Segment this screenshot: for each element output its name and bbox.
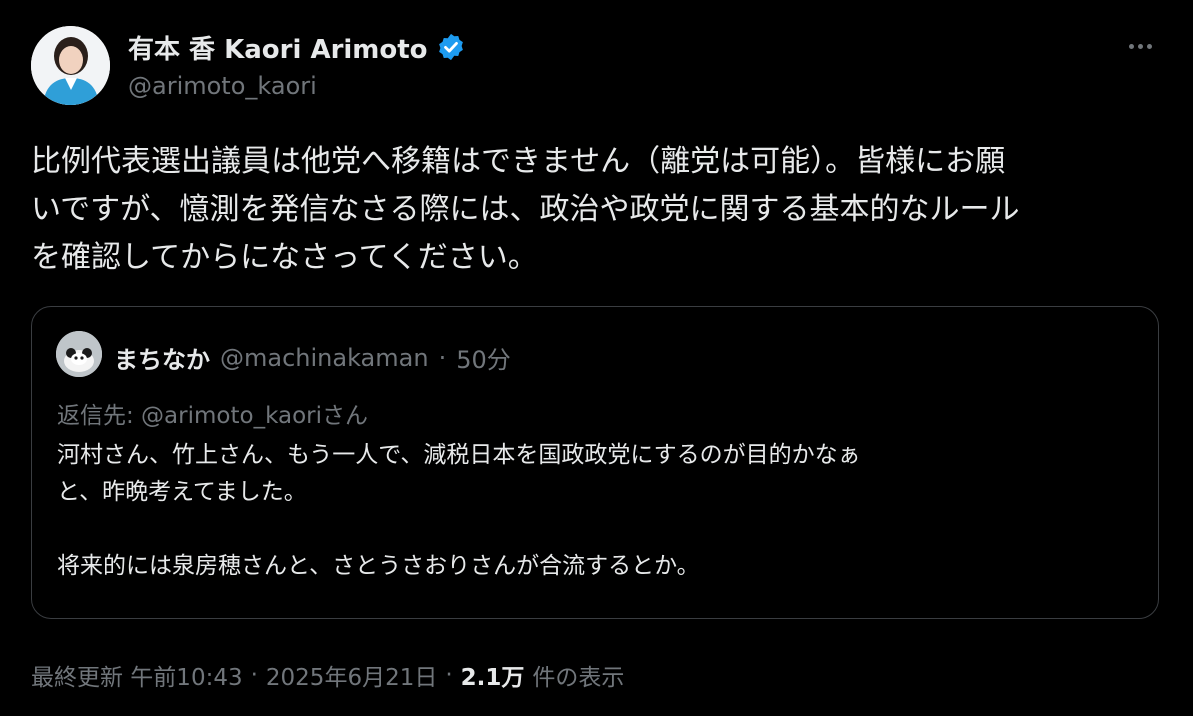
quoted-separator: ·: [438, 343, 447, 372]
more-options-icon[interactable]: [1118, 30, 1162, 62]
quoted-display-name[interactable]: まちなか: [114, 340, 210, 375]
author-avatar-image: [31, 26, 110, 105]
author-avatar[interactable]: [31, 26, 110, 105]
quoted-post[interactable]: まちなか @machinakaman · 50分 返信先: @arimoto_k…: [31, 306, 1159, 619]
quoted-text: 河村さん、竹上さん、もう一人で、減税日本を国政政党にするのが目的かなぁ と、昨晩…: [57, 442, 861, 579]
quoted-avatar[interactable]: [56, 331, 102, 377]
views-label: 件の表示: [532, 665, 625, 691]
author-handle[interactable]: @arimoto_kaori: [128, 72, 317, 100]
quoted-reply-to: 返信先: @arimoto_kaoriさん: [57, 403, 368, 429]
quoted-avatar-image: [56, 331, 102, 377]
meta-separator: ·: [250, 662, 258, 688]
quoted-header: まちなか @machinakaman · 50分: [114, 340, 511, 375]
post-updated-time[interactable]: 最終更新 午前10:43: [31, 658, 243, 692]
quoted-handle[interactable]: @machinakaman: [220, 344, 429, 372]
views-count[interactable]: 2.1万: [461, 658, 525, 692]
post-text: 比例代表選出議員は他党へ移籍はできません（離党は可能）。皆様にお願 いですが、憶…: [31, 144, 1020, 275]
verified-badge-icon: [438, 33, 463, 61]
quoted-timestamp[interactable]: 50分: [456, 340, 511, 375]
post-date[interactable]: 2025年6月21日: [266, 658, 437, 692]
author-name-row: 有本 香 Kaori Arimoto: [128, 29, 466, 66]
post-meta: 最終更新 午前10:43 · 2025年6月21日 · 2.1万 件の表示: [31, 658, 624, 692]
meta-separator-2: ·: [445, 662, 453, 688]
author-display-name[interactable]: 有本 香 Kaori Arimoto: [128, 29, 428, 66]
